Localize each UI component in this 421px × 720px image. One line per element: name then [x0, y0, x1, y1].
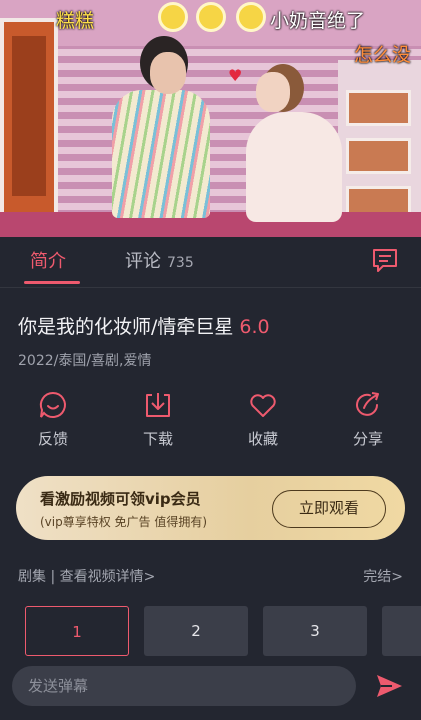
tab-active-indicator — [24, 281, 80, 284]
divider — [0, 287, 421, 288]
episodes-header[interactable]: 剧集 | 查看视频详情> — [18, 566, 155, 586]
comment-count: 735 — [167, 255, 194, 271]
video-scene-cabinet — [338, 60, 421, 230]
favorite-label: 收藏 — [247, 430, 278, 448]
vip-banner-title: 看激励视频可领vip会员 — [40, 490, 201, 508]
action-row: 反馈 下载 收藏 分享 — [0, 390, 421, 452]
share-label: 分享 — [352, 430, 383, 448]
feedback-label: 反馈 — [37, 430, 68, 448]
tab-bar: 简介 评论 735 — [0, 237, 421, 288]
danmu-caption: 怎么没 — [354, 44, 412, 66]
video-scene-person — [112, 90, 210, 218]
danmu-input[interactable]: 发送弹幕 — [12, 666, 356, 706]
share-button[interactable]: 分享 — [333, 390, 403, 449]
feedback-icon — [39, 391, 66, 418]
episode-button-partial[interactable] — [382, 606, 421, 656]
video-scene-clock — [196, 2, 226, 32]
tab-comments[interactable]: 评论 735 — [125, 247, 194, 273]
video-scene-clock — [158, 2, 188, 32]
vip-banner-subtitle: (vip尊享特权 免广告 值得拥有) — [40, 515, 208, 529]
danmu-caption: 小奶音绝了 — [270, 10, 366, 32]
video-heart-icon: ♥ — [228, 66, 243, 85]
tab-comments-label: 评论 — [125, 251, 161, 272]
episodes-status[interactable]: 完结> — [363, 566, 403, 586]
video-scene-person — [246, 112, 342, 222]
show-title: 你是我的化妆师/情牵巨星 — [18, 316, 234, 338]
video-player[interactable]: ♥ 糕糕 小奶音绝了 怎么没 — [0, 0, 421, 237]
watch-now-button[interactable]: 立即观看 — [272, 490, 386, 528]
tab-intro[interactable]: 简介 — [30, 247, 66, 273]
send-icon[interactable] — [374, 672, 404, 700]
vip-banner[interactable]: 看激励视频可领vip会员 (vip尊享特权 免广告 值得拥有) 立即观看 — [16, 476, 405, 540]
download-icon — [146, 393, 170, 417]
share-icon — [356, 392, 379, 416]
episode-button[interactable]: 1 — [25, 606, 129, 656]
show-meta: 2022/泰国/喜剧,爱情 — [18, 353, 152, 369]
video-scene-clock — [236, 2, 266, 32]
episode-button[interactable]: 3 — [263, 606, 367, 656]
download-label: 下载 — [142, 430, 173, 448]
video-scene-door — [0, 18, 58, 218]
feedback-button[interactable]: 反馈 — [18, 390, 88, 449]
heart-icon — [250, 394, 276, 417]
download-button[interactable]: 下载 — [123, 390, 193, 449]
danmu-list-icon[interactable] — [371, 247, 399, 273]
danmu-caption: 糕糕 — [56, 10, 95, 32]
episode-button[interactable]: 2 — [144, 606, 248, 656]
favorite-button[interactable]: 收藏 — [228, 390, 298, 449]
video-scene-floor — [0, 212, 421, 237]
show-title-row: 你是我的化妆师/情牵巨星 6.0 — [18, 312, 270, 339]
bottom-bar: 发送弹幕 — [0, 656, 421, 720]
show-score: 6.0 — [239, 316, 270, 338]
